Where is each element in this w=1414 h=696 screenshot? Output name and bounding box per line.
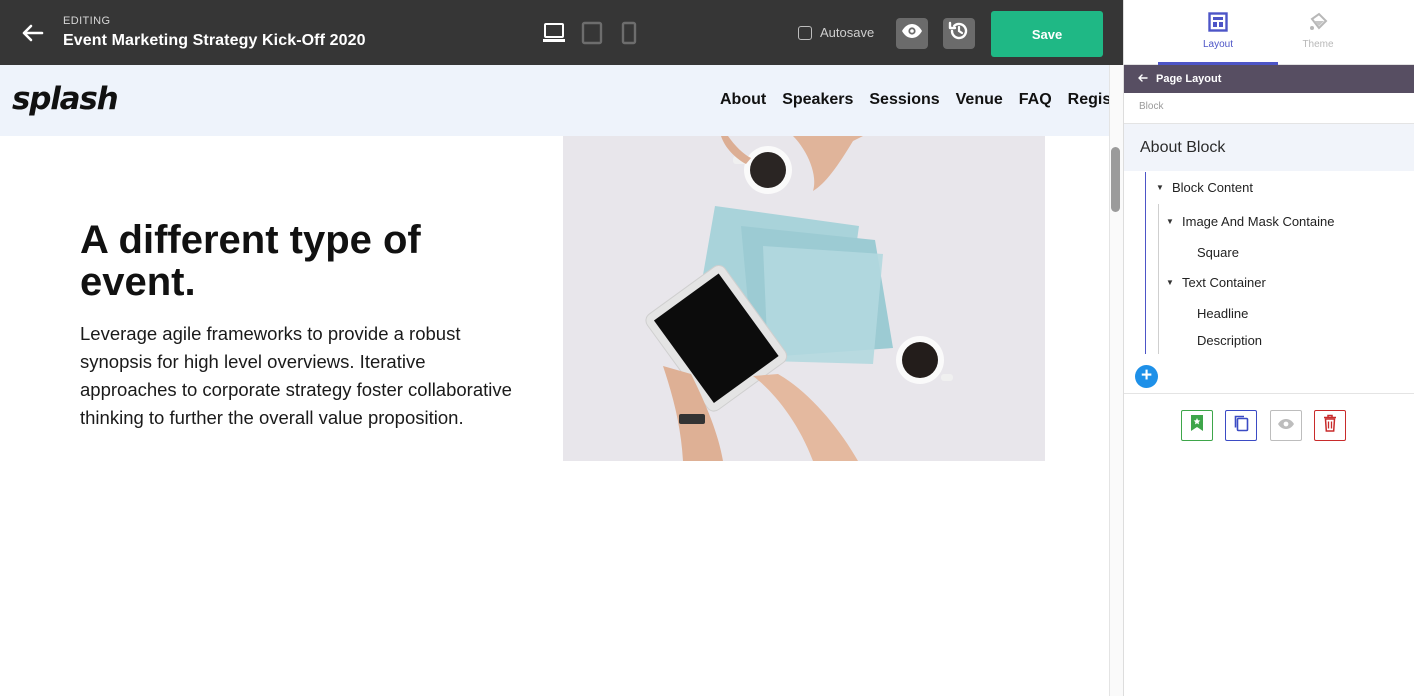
tree-guide-line-sub xyxy=(1158,204,1159,354)
nav-link-about[interactable]: About xyxy=(720,91,766,109)
block-title: About Block xyxy=(1124,124,1414,171)
eye-icon xyxy=(901,23,923,44)
nav-link-venue[interactable]: Venue xyxy=(956,91,1003,109)
bookmark-button[interactable] xyxy=(1181,410,1213,441)
preview-button[interactable] xyxy=(896,18,928,49)
editing-label: EDITING xyxy=(63,15,111,27)
back-arrow-icon[interactable] xyxy=(18,20,46,46)
nav-link-sessions[interactable]: Sessions xyxy=(869,91,939,109)
breadcrumb-sub: Block xyxy=(1139,101,1164,112)
history-button[interactable] xyxy=(943,18,975,49)
site-nav: About Speakers Sessions Venue FAQ Regist… xyxy=(720,91,1109,109)
about-description[interactable]: Leverage agile frameworks to provide a r… xyxy=(80,320,520,432)
nav-link-speakers[interactable]: Speakers xyxy=(782,91,853,109)
breadcrumb-back[interactable]: Page Layout xyxy=(1124,65,1414,93)
mobile-view-icon[interactable] xyxy=(617,21,641,45)
caret-down-icon[interactable]: ▼ xyxy=(1166,278,1176,287)
canvas-scroll-thumb[interactable] xyxy=(1111,147,1120,212)
tree-item-label: Text Container xyxy=(1182,275,1266,290)
editor-topbar: EDITING Event Marketing Strategy Kick-Of… xyxy=(0,0,1123,65)
about-image[interactable] xyxy=(563,136,1045,461)
tab-theme-label: Theme xyxy=(1302,39,1334,50)
trash-icon xyxy=(1323,414,1337,437)
page-preview-canvas: splash About Speakers Sessions Venue FAQ… xyxy=(0,65,1109,696)
tree-item-block-content[interactable]: ▼ Block Content xyxy=(1156,180,1253,195)
caret-down-icon[interactable]: ▼ xyxy=(1156,183,1166,192)
tree-item-description[interactable]: Description xyxy=(1197,333,1262,348)
tree-item-text-container[interactable]: ▼ Text Container xyxy=(1166,275,1266,290)
visibility-button[interactable] xyxy=(1270,410,1302,441)
layout-grid-icon xyxy=(1208,12,1228,32)
about-headline[interactable]: A different type of event. xyxy=(80,219,520,303)
nav-link-faq[interactable]: FAQ xyxy=(1019,91,1052,109)
tablet-view-icon[interactable] xyxy=(580,21,604,45)
tree-guide-line xyxy=(1145,172,1146,354)
back-arrow-small-icon xyxy=(1138,73,1148,85)
save-button[interactable]: Save xyxy=(991,11,1103,57)
bookmark-icon xyxy=(1190,414,1204,437)
breadcrumb-label: Page Layout xyxy=(1156,73,1222,85)
tree-item-headline[interactable]: Headline xyxy=(1197,306,1248,321)
site-logo[interactable]: splash xyxy=(12,81,119,117)
desktop-view-icon[interactable] xyxy=(542,21,566,45)
tree-item-label: Block Content xyxy=(1172,180,1253,195)
tree-item-label: Square xyxy=(1197,245,1239,260)
divider xyxy=(1124,393,1414,394)
autosave-toggle[interactable]: Autosave xyxy=(798,25,874,40)
tree-item-label: Image And Mask Containe xyxy=(1182,214,1335,229)
add-element-button[interactable]: + xyxy=(1135,365,1158,388)
autosave-checkbox[interactable] xyxy=(798,25,812,40)
event-title: Event Marketing Strategy Kick-Off 2020 xyxy=(63,32,366,49)
tree-item-image-mask[interactable]: ▼ Image And Mask Containe xyxy=(1166,214,1334,229)
eye-icon xyxy=(1277,417,1295,435)
tree-item-square[interactable]: Square xyxy=(1197,245,1239,260)
delete-button[interactable] xyxy=(1314,410,1346,441)
copy-icon xyxy=(1233,414,1249,437)
paint-bucket-icon xyxy=(1308,12,1328,32)
editor-side-panel: Layout Theme Page Layout Block About Blo… xyxy=(1123,0,1414,696)
caret-down-icon[interactable]: ▼ xyxy=(1166,217,1176,226)
duplicate-button[interactable] xyxy=(1225,410,1257,441)
tab-theme[interactable]: Theme xyxy=(1258,0,1378,65)
site-header: splash About Speakers Sessions Venue FAQ… xyxy=(0,65,1109,136)
panel-tabs: Layout Theme xyxy=(1124,0,1414,65)
tree-item-label: Headline xyxy=(1197,306,1249,321)
autosave-label: Autosave xyxy=(820,25,875,40)
history-icon xyxy=(948,20,970,47)
nav-link-register[interactable]: Register xyxy=(1068,91,1109,109)
tree-item-label: Description xyxy=(1197,333,1263,348)
